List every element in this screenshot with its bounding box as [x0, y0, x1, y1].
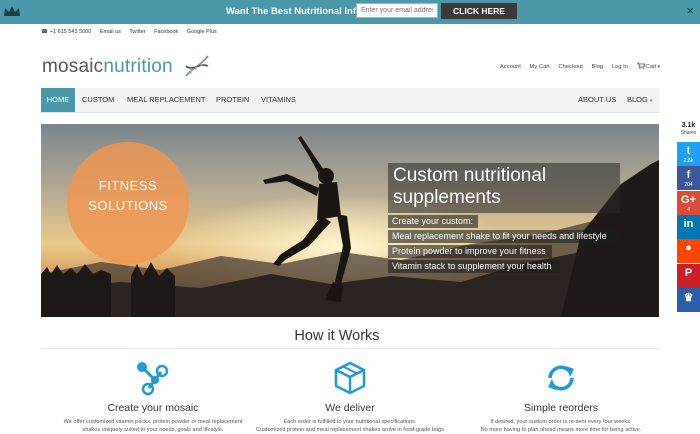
step-title: We deliver — [325, 402, 375, 414]
step-title: Create your mosaic — [107, 402, 199, 414]
hero-line: Vitamin stack to supplement your health — [388, 260, 560, 273]
step-title: Simple reorders — [523, 402, 599, 414]
linkedin-icon: in — [683, 217, 694, 230]
crown-icon — [4, 6, 20, 16]
account-link[interactable]: Account — [500, 64, 521, 70]
share-crown-button[interactable]: ♛ — [677, 287, 700, 312]
nav-blog[interactable]: BLOG ▾ — [627, 88, 652, 112]
share-count: 2.8k — [683, 158, 694, 164]
step-description: Each order is fulfilled to your nutritio… — [255, 419, 445, 433]
email-input[interactable] — [356, 3, 438, 18]
promo-bar: Want The Best Nutritional Info In Your I… — [0, 0, 700, 24]
reddit-icon: ● — [685, 242, 692, 255]
blog-link[interactable]: Blog — [592, 64, 604, 70]
share-pinterest-button[interactable]: P — [677, 263, 700, 288]
nav-home[interactable]: HOME — [41, 88, 75, 112]
checkout-link[interactable]: Checkout — [558, 64, 583, 70]
share-twitter-button[interactable]: t 2.8k — [677, 142, 700, 166]
click-here-button[interactable]: CLICK HERE — [441, 3, 517, 19]
site-logo[interactable]: mosaicnutrition — [42, 56, 173, 78]
hero-line: Meal replacement shake to fit your needs… — [388, 230, 618, 243]
refresh-icon — [548, 365, 574, 391]
facebook-link[interactable]: Facebook — [154, 29, 178, 35]
molecule-icon — [137, 362, 169, 396]
email-us-link[interactable]: Email us — [100, 29, 121, 35]
nav-custom[interactable]: CUSTOM — [82, 88, 114, 112]
nav-about-us[interactable]: ABOUT US — [578, 88, 616, 112]
nav-protein[interactable]: PROTEIN — [216, 88, 249, 112]
chevron-down-icon: ▾ — [657, 64, 660, 70]
hero-headline: Custom nutritional supplements — [388, 163, 620, 213]
divider — [41, 348, 659, 349]
share-count: 204 — [684, 182, 693, 189]
pinterest-icon: P — [684, 266, 693, 279]
facebook-icon: f — [686, 169, 691, 182]
share-google-plus-button[interactable]: G+ 4 — [677, 190, 700, 215]
twitter-link[interactable]: Twitter — [129, 29, 145, 35]
step-we-deliver: We deliver Each order is fulfilled to yo… — [245, 360, 455, 434]
chevron-down-icon: ▾ — [649, 98, 653, 104]
contact-bar: ☎ +1 615 543 5000 Email us Twitter Facebo… — [41, 29, 224, 35]
share-total: 3.1k — [681, 122, 696, 129]
step-description: If desired, your custom order is re-sent… — [480, 419, 642, 433]
fitness-solutions-text: FITNESS SOLUTIONS — [88, 178, 168, 213]
package-icon — [334, 361, 366, 395]
share-reddit-button[interactable]: ● — [677, 239, 700, 264]
hero-line: Create your custom: — [388, 215, 478, 228]
share-count: 4 — [687, 206, 690, 213]
my-cart-link[interactable]: My Cart — [530, 64, 550, 70]
page: ☎ +1 615 543 5000 Email us Twitter Facebo… — [0, 24, 674, 433]
hero-line: Protein powder to improve your fitness — [388, 245, 552, 258]
close-icon[interactable]: × — [686, 3, 694, 19]
twitter-icon: t — [686, 145, 691, 157]
how-it-works-title: How it Works — [294, 328, 380, 344]
step-create-your-mosaic: Create your mosaic We offer customized v… — [48, 360, 258, 434]
hero-text-panel: Custom nutritional supplements Create yo… — [388, 163, 620, 273]
share-label: Shares — [680, 130, 697, 136]
dna-icon — [185, 55, 209, 77]
account-nav: Account My Cart Checkout Blog Log In Car… — [493, 62, 660, 70]
share-facebook-button[interactable]: f 204 — [677, 166, 700, 191]
main-nav: HOME CUSTOM MEAL REPLACEMENT PROTEIN VIT… — [41, 88, 659, 113]
crown-icon: ♛ — [683, 291, 694, 304]
nav-meal-replacement[interactable]: MEAL REPLACEMENT — [127, 88, 206, 112]
share-linkedin-button[interactable]: in — [677, 214, 700, 239]
phone-icon: ☎ — [41, 29, 48, 35]
step-simple-reorders: Simple reorders If desired, your custom … — [456, 360, 666, 434]
cart-link[interactable]: Cart▾ — [636, 62, 660, 70]
hero-banner[interactable]: FITNESS SOLUTIONS Custom nutritional supp… — [41, 124, 659, 317]
google-plus-link[interactable]: Google Plus — [187, 29, 217, 35]
step-description: We offer customized vitamin packs, prote… — [63, 419, 243, 433]
google-plus-icon: G+ — [681, 193, 696, 206]
phone-link[interactable]: ☎ +1 615 543 5000 — [41, 29, 91, 35]
cart-icon — [636, 62, 645, 69]
log-in-link[interactable]: Log In — [612, 64, 628, 70]
nav-vitamins[interactable]: VITAMINS — [261, 88, 296, 112]
